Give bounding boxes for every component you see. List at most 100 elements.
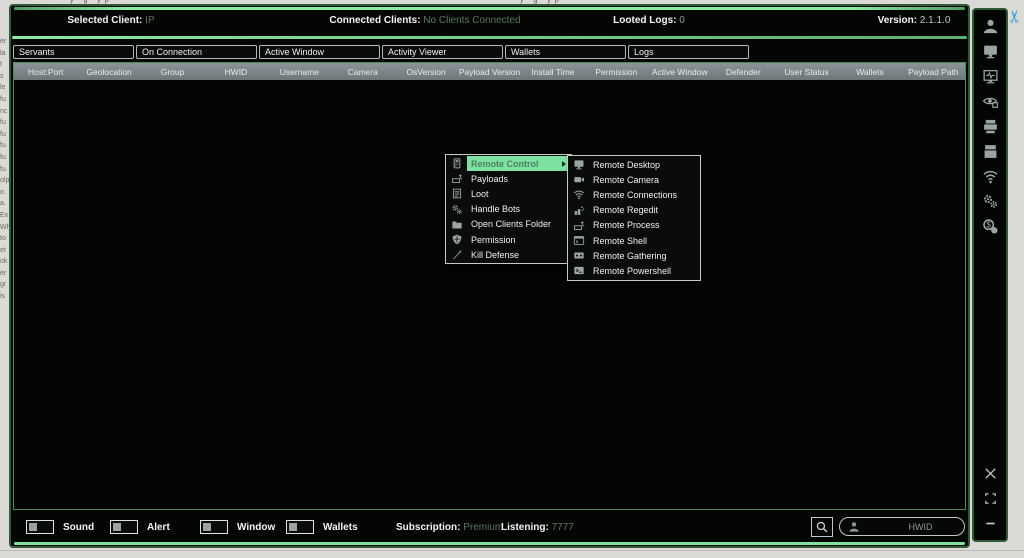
version-value: 2.1.1.0 (920, 15, 951, 26)
listening-value: 7777 (552, 522, 574, 533)
background-bottom-strip (0, 550, 1024, 558)
menu-item-kill-defense[interactable]: Kill Defense (447, 247, 570, 262)
subscription-field: Subscription: Premium (396, 522, 503, 533)
spy-user-icon (848, 521, 860, 533)
magnifier-icon (815, 520, 829, 534)
terminal-icon (569, 234, 589, 247)
looted-logs-value: 0 (679, 15, 685, 26)
hwid-search-input[interactable] (860, 521, 981, 533)
tab-on-connection[interactable]: On Connection (136, 45, 257, 59)
hwid-search-box[interactable] (839, 517, 965, 536)
remote-desktop-icon[interactable] (981, 43, 999, 60)
column-header-username[interactable]: Username (268, 67, 331, 77)
version-label: Version: (878, 15, 917, 26)
column-header-group[interactable]: Group (141, 67, 204, 77)
monitor-icon (569, 158, 589, 171)
background-right-strip (1008, 0, 1024, 558)
menu-item-open-clients-folder[interactable]: Open Clients Folder (447, 217, 570, 232)
sound-checkbox[interactable]: Sound (26, 520, 94, 534)
subscription-value: Premium (463, 522, 503, 533)
screen: y g yp y g yp er la t s le fu nc fu fu f… (0, 0, 1024, 558)
activity-monitor-icon[interactable] (981, 68, 999, 85)
checkbox-box[interactable] (286, 520, 314, 534)
spy-user-icon[interactable] (981, 18, 999, 35)
submenu-item-remote-shell[interactable]: Remote Shell (569, 233, 699, 248)
column-header-hwid[interactable]: HWID (204, 67, 267, 77)
tab-servants[interactable]: Servants (13, 45, 134, 59)
listening-label: Listening: (501, 522, 549, 533)
background-text: y g yp (520, 0, 563, 3)
shield-icon (447, 233, 467, 246)
submenu-item-remote-regedit[interactable]: Remote Regedit (569, 203, 699, 218)
checkbox-box[interactable] (110, 520, 138, 534)
remote-control-icon (447, 157, 467, 170)
looted-logs-field: Looted Logs: 0 (613, 15, 685, 26)
connected-clients-field: Connected Clients: No Clients Connected (329, 15, 520, 26)
submenu-item-remote-powershell[interactable]: Remote Powershell (569, 263, 699, 278)
handle-bots-icon (447, 203, 467, 216)
submenu-arrow-icon (562, 161, 566, 167)
bottom-bar: Sound Alert Window Wallets Subscription:… (13, 514, 966, 541)
alert-checkbox[interactable]: Alert (110, 520, 170, 534)
column-header-install-time[interactable]: Install Time (521, 67, 584, 77)
column-header-wallets[interactable]: Wallets (838, 67, 901, 77)
connected-clients-label: Connected Clients: (329, 15, 420, 26)
accent-line-top (14, 7, 965, 10)
menu-item-loot[interactable]: Loot (447, 186, 570, 201)
version-field: Version: 2.1.1.0 (878, 15, 951, 26)
column-header-defender[interactable]: Defender (711, 67, 774, 77)
menu-item-payloads[interactable]: Payloads (447, 171, 570, 186)
tab-logs[interactable]: Logs (628, 45, 749, 59)
hidden-view-icon[interactable] (981, 93, 999, 110)
payloads-icon (447, 172, 467, 185)
gears-icon[interactable] (981, 193, 999, 210)
submenu-item-remote-process[interactable]: Remote Process (569, 218, 699, 233)
wifi-icon[interactable] (981, 168, 999, 185)
checkbox-box[interactable] (26, 520, 54, 534)
gathering-icon (569, 249, 589, 262)
column-header-host-port[interactable]: Host:Port (14, 67, 77, 77)
checkbox-box[interactable] (200, 520, 228, 534)
tab-strip: Servants On Connection Active Window Act… (13, 45, 749, 59)
column-header-osversion[interactable]: OsVersion (394, 67, 457, 77)
column-header-payload-version[interactable]: Payload Version (458, 67, 521, 77)
minimize-icon[interactable] (981, 515, 999, 532)
menu-item-handle-bots[interactable]: Handle Bots (447, 202, 570, 217)
archive-box-icon[interactable] (981, 143, 999, 160)
tab-wallets[interactable]: Wallets (505, 45, 626, 59)
column-header-active-window[interactable]: Active Window (648, 67, 711, 77)
column-header-camera[interactable]: Camera (331, 67, 394, 77)
column-header-permission[interactable]: Permission (585, 67, 648, 77)
app-window: Selected Client: IP Connected Clients: N… (9, 4, 970, 548)
context-menu: Remote Control Payloads Loot Handle Bots… (445, 154, 572, 264)
column-header-payload-path[interactable]: Payload Path (902, 67, 965, 77)
background-left-strip: er la t s le fu nc fu fu fu fu fu olp o.… (0, 0, 9, 558)
knife-icon (447, 248, 467, 261)
wallets-checkbox[interactable]: Wallets (286, 520, 358, 534)
submenu-item-remote-connections[interactable]: Remote Connections (569, 187, 699, 202)
submenu-item-remote-gathering[interactable]: Remote Gathering (569, 248, 699, 263)
checkbox-indicator (113, 523, 121, 531)
tab-activity-viewer[interactable]: Activity Viewer (382, 45, 503, 59)
search-button[interactable] (811, 517, 833, 537)
table-header-row: Host:Port Geolocation Group HWID Usernam… (14, 63, 965, 80)
menu-item-permission[interactable]: Permission (447, 232, 570, 247)
submenu-item-remote-desktop[interactable]: Remote Desktop (569, 157, 699, 172)
window-checkbox[interactable]: Window (200, 520, 275, 534)
clients-table: Host:Port Geolocation Group HWID Usernam… (13, 62, 966, 510)
maximize-icon[interactable] (981, 490, 999, 507)
cash-machine-icon[interactable] (981, 118, 999, 135)
clients-table-body[interactable] (14, 80, 965, 509)
powershell-icon (569, 264, 589, 277)
column-header-geolocation[interactable]: Geolocation (77, 67, 140, 77)
money-exchange-icon[interactable] (981, 218, 999, 235)
loot-icon (447, 187, 467, 200)
column-header-user-status[interactable]: User Status (775, 67, 838, 77)
submenu-item-remote-camera[interactable]: Remote Camera (569, 172, 699, 187)
tab-active-window[interactable]: Active Window (259, 45, 380, 59)
close-icon[interactable] (981, 465, 999, 482)
right-toolbar (972, 8, 1008, 542)
wifi-icon (569, 188, 589, 201)
menu-item-remote-control[interactable]: Remote Control (447, 156, 570, 171)
selected-client-label: Selected Client: (67, 15, 142, 26)
